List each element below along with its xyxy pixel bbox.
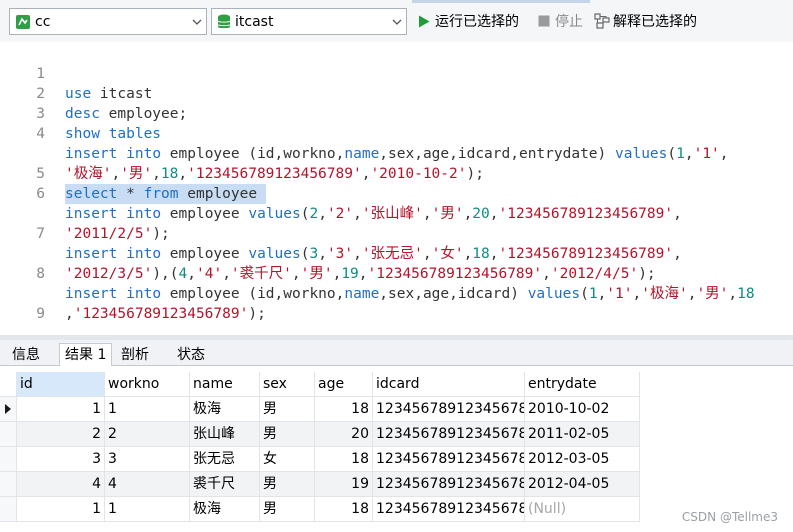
table-cell[interactable]: 123456789123456789 [373,447,525,472]
table-cell[interactable]: 20 [315,422,373,447]
table-cell[interactable]: 123456789123456789 [373,422,525,447]
table-cell[interactable]: 极海 [190,497,260,522]
row-selector[interactable] [0,472,17,497]
sql-editor[interactable]: 1 use itcast 2 desc employee; 3 show tab… [0,42,793,335]
run-selected-button[interactable]: 运行已选择的 [416,11,519,31]
column-header-id[interactable]: id [17,372,105,397]
chevron-down-icon[interactable] [388,9,406,34]
tab-profile[interactable]: 剖析 [115,343,155,366]
code-line: 3 show tables [0,84,793,142]
table-cell[interactable]: 2 [17,422,105,447]
stop-icon [536,13,552,29]
play-icon [416,13,432,29]
code-line: 4 insert into employee (id,workno,name,s… [0,104,793,162]
table-cell[interactable]: 18 [315,497,373,522]
watermark: CSDN @Tellme3 [681,510,778,524]
table-cell[interactable]: 女 [260,447,315,472]
database-select[interactable]: itcast [211,8,407,35]
table-cell[interactable]: 2012-03-05 [525,447,640,472]
table-cell[interactable]: 极海 [190,397,260,422]
row-selector-current[interactable] [0,397,17,422]
explain-icon [594,13,610,29]
code-line-selected: 5 select * from employee [0,144,793,204]
table-cell[interactable]: 4 [105,472,190,497]
tab-status[interactable]: 状态 [171,343,211,366]
code-line: 7 insert into employee values(3,'3','张无忌… [0,204,793,262]
column-header-entrydate[interactable]: entrydate [525,372,640,397]
code-line: 6 insert into employee values(2,'2','张山峰… [0,164,793,222]
table-cell[interactable]: 3 [105,447,190,472]
column-header-sex[interactable]: sex [260,372,315,397]
code-line: 10 [0,324,793,335]
stop-label: 停止 [555,14,583,30]
toolbar: cc itcast 运行已选择的 停止 解释已选择的 [0,0,793,42]
code-line: 8 insert into employee (id,workno,name,s… [0,244,793,302]
table-cell[interactable]: 裘千尺 [190,472,260,497]
tab-info[interactable]: 信息 [6,343,46,366]
table-cell[interactable]: 18 [315,447,373,472]
explain-selected-label: 解释已选择的 [613,14,697,30]
table-cell[interactable]: 男 [260,472,315,497]
column-header-idcard[interactable]: idcard [373,372,525,397]
table-cell[interactable]: 男 [260,497,315,522]
code-text[interactable]: ,'123456789123456789'); [65,304,266,324]
table-cell[interactable]: 123456789123456789 [373,472,525,497]
table-cell[interactable]: 男 [260,397,315,422]
chevron-down-icon[interactable] [188,9,206,34]
row-selector[interactable] [0,422,17,447]
table-cell[interactable]: 3 [17,447,105,472]
column-header-age[interactable]: age [315,372,373,397]
table-cell[interactable]: 2012-04-05 [525,472,640,497]
column-header-workno[interactable]: workno [105,372,190,397]
code-line: 2 desc employee; [0,64,793,122]
code-line: 9 [0,284,793,322]
database-icon [217,14,231,30]
table-cell[interactable]: 男 [260,422,315,447]
table-cell[interactable]: 2011-02-05 [525,422,640,447]
connection-select[interactable]: cc [9,8,207,35]
code-line: ,'123456789123456789'); [0,264,793,322]
result-tabs: 信息 结果 1 剖析 状态 [0,340,793,367]
run-selected-label: 运行已选择的 [435,14,519,30]
table-cell[interactable]: 2010-10-02 [525,397,640,422]
connection-name: cc [35,13,51,30]
toolbar-highlight [412,0,590,3]
table-cell-null[interactable]: (Null) [525,497,640,522]
table-cell[interactable]: 1 [17,497,105,522]
connection-icon [15,14,31,30]
row-selector[interactable] [0,447,17,472]
explain-selected-button[interactable]: 解释已选择的 [594,11,697,31]
table-cell[interactable]: 张山峰 [190,422,260,447]
table-cell[interactable]: 123456789123456789 [373,497,525,522]
table-cell[interactable]: 2 [105,422,190,447]
code-line: 1 use itcast [0,44,793,102]
code-line: '2012/3/5'),(4,'4','裘千尺','男',19,'1234567… [0,224,793,282]
table-cell[interactable]: 1 [105,497,190,522]
table-cell[interactable]: 1 [17,397,105,422]
stop-button[interactable]: 停止 [536,11,583,31]
tab-result-1[interactable]: 结果 1 [59,343,113,367]
table-cell[interactable]: 19 [315,472,373,497]
table-cell[interactable]: 123456789123456789 [373,397,525,422]
table-cell[interactable]: 4 [17,472,105,497]
table-cell[interactable]: 18 [315,397,373,422]
table-cell[interactable]: 张无忌 [190,447,260,472]
line-number: 9 [36,306,45,322]
row-selector[interactable] [0,497,17,522]
database-name: itcast [235,13,274,30]
table-cell[interactable]: 1 [105,397,190,422]
current-row-arrow-icon [5,404,11,414]
code-line: '极海','男',18,'123456789123456789','2010-1… [0,124,793,182]
grid-corner[interactable] [0,372,17,397]
result-grid: id workno name sex age idcard entrydate … [0,366,793,532]
code-line: '2011/2/5'); [0,184,793,242]
column-header-name[interactable]: name [190,372,260,397]
